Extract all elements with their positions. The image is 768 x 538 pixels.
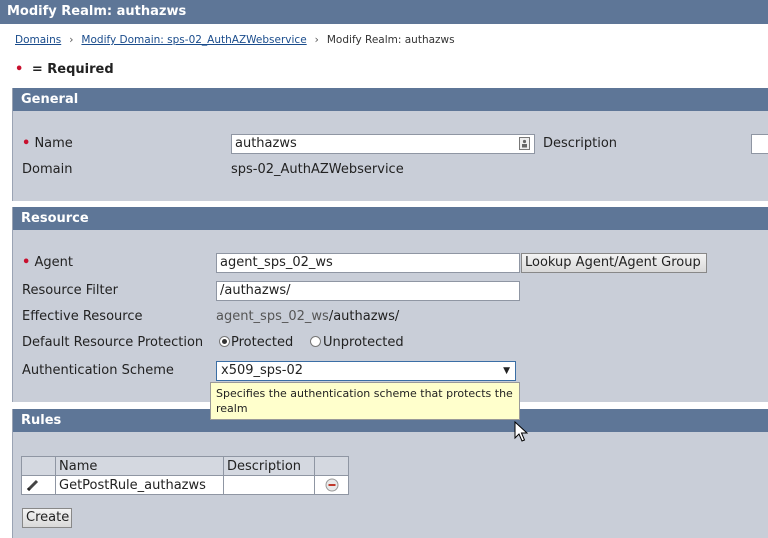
resource-section: Resource • Agent agent_sps_02_ws Lookup … [12,207,768,402]
breadcrumb-separator: › [314,34,319,46]
required-legend: • = Required [15,62,114,77]
general-section-header: General [13,88,768,111]
breadcrumb-link-modify-domain[interactable]: Modify Domain: sps-02_AuthAZWebservice [81,34,306,46]
breadcrumb-separator: › [69,34,74,46]
description-label: Description [543,136,618,151]
rules-table-header: Name Description [21,456,349,476]
unprotected-radio-label[interactable]: Unprotected [323,335,404,350]
page-title: Modify Realm: authazws [0,0,768,24]
create-rule-button[interactable]: Create [22,508,72,528]
description-field[interactable] [751,134,768,154]
required-marker: • [15,62,24,77]
remove-icon[interactable] [325,478,339,492]
description-column-header: Description [223,456,315,476]
agent-label: • Agent [22,255,73,270]
domain-value: sps-02_AuthAZWebservice [231,162,404,177]
resource-filter-label: Resource Filter [22,283,118,298]
resource-section-header: Resource [13,207,768,230]
name-column-header: Name [55,456,224,476]
required-legend-text: = Required [31,62,114,77]
rules-table: Name Description GetPostRule_authazws [21,456,349,495]
name-label: • Name [22,136,73,151]
protection-label: Default Resource Protection [22,335,204,350]
rule-description-cell [223,475,315,495]
edit-cell [21,475,56,495]
breadcrumb-current: Modify Realm: authazws [326,34,455,46]
breadcrumb: Domains › Modify Domain: sps-02_AuthAZWebs… [15,34,455,46]
table-row: GetPostRule_authazws [21,475,349,495]
protected-radio[interactable] [219,336,230,347]
protected-radio-label[interactable]: Protected [231,335,293,350]
effective-resource-label: Effective Resource [22,309,143,324]
resource-filter-field[interactable]: /authazws/ [216,281,520,301]
required-marker: • [22,255,31,270]
auth-scheme-select[interactable]: x509_sps-02 ▼ [216,361,516,381]
agent-field[interactable]: agent_sps_02_ws [216,253,520,273]
effective-agent: agent_sps_02_ws [216,309,329,324]
edit-column-header [21,456,56,476]
breadcrumb-link-domains[interactable]: Domains [15,34,61,46]
rule-name-cell[interactable]: GetPostRule_authazws [55,475,224,495]
pencil-icon[interactable] [25,477,41,493]
effective-resource-value: agent_sps_02_ws/authazws/ [216,309,399,324]
general-section: General • Name authazws Description Doma… [12,88,768,201]
lookup-agent-button[interactable]: Lookup Agent/Agent Group [521,253,707,273]
effective-path: /authazws/ [328,309,400,324]
field-picker-icon[interactable] [519,137,530,150]
required-marker: • [22,136,31,151]
name-field[interactable]: authazws [231,134,535,154]
delete-column-header [314,456,349,476]
auth-scheme-tooltip: Specifies the authentication scheme that… [210,382,520,420]
domain-label: Domain [22,162,73,177]
unprotected-radio[interactable] [310,336,321,347]
mouse-cursor-icon [514,421,528,442]
dropdown-arrow-icon: ▼ [503,366,510,376]
auth-scheme-label: Authentication Scheme [22,363,174,378]
delete-cell [314,475,349,495]
